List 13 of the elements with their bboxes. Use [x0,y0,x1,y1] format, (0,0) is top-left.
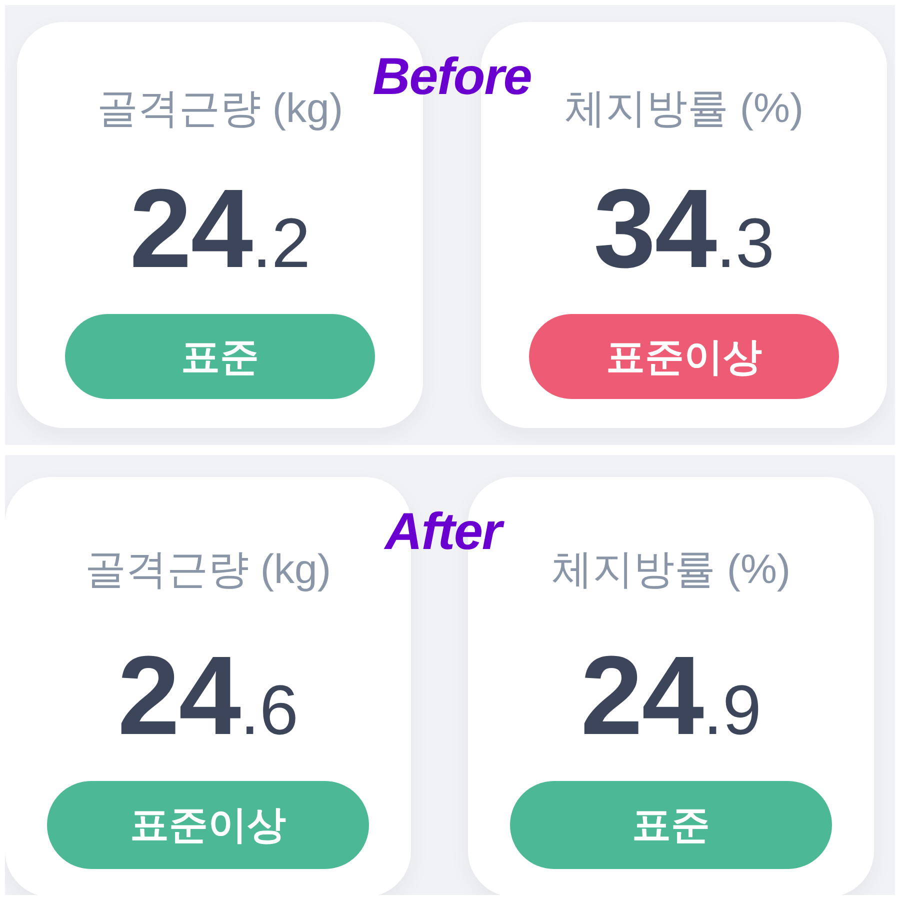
overlay-caption: Before [372,51,532,103]
metric-label: 체지방률 (%) [551,545,791,593]
status-badge: 표준 [510,781,832,869]
metric-value: 24.6 [118,640,298,752]
metric-label: 골격근량 (kg) [97,84,343,132]
metric-value: 24.9 [580,640,762,752]
metric-value: 24.2 [130,173,310,285]
metric-label: 체지방률 (%) [564,84,804,132]
status-badge: 표준이상 [529,314,839,399]
metric-value: 34.3 [594,173,774,285]
status-badge: 표준 [65,314,375,399]
metric-label: 골격근량 (kg) [85,545,331,593]
status-badge: 표준이상 [47,781,369,869]
